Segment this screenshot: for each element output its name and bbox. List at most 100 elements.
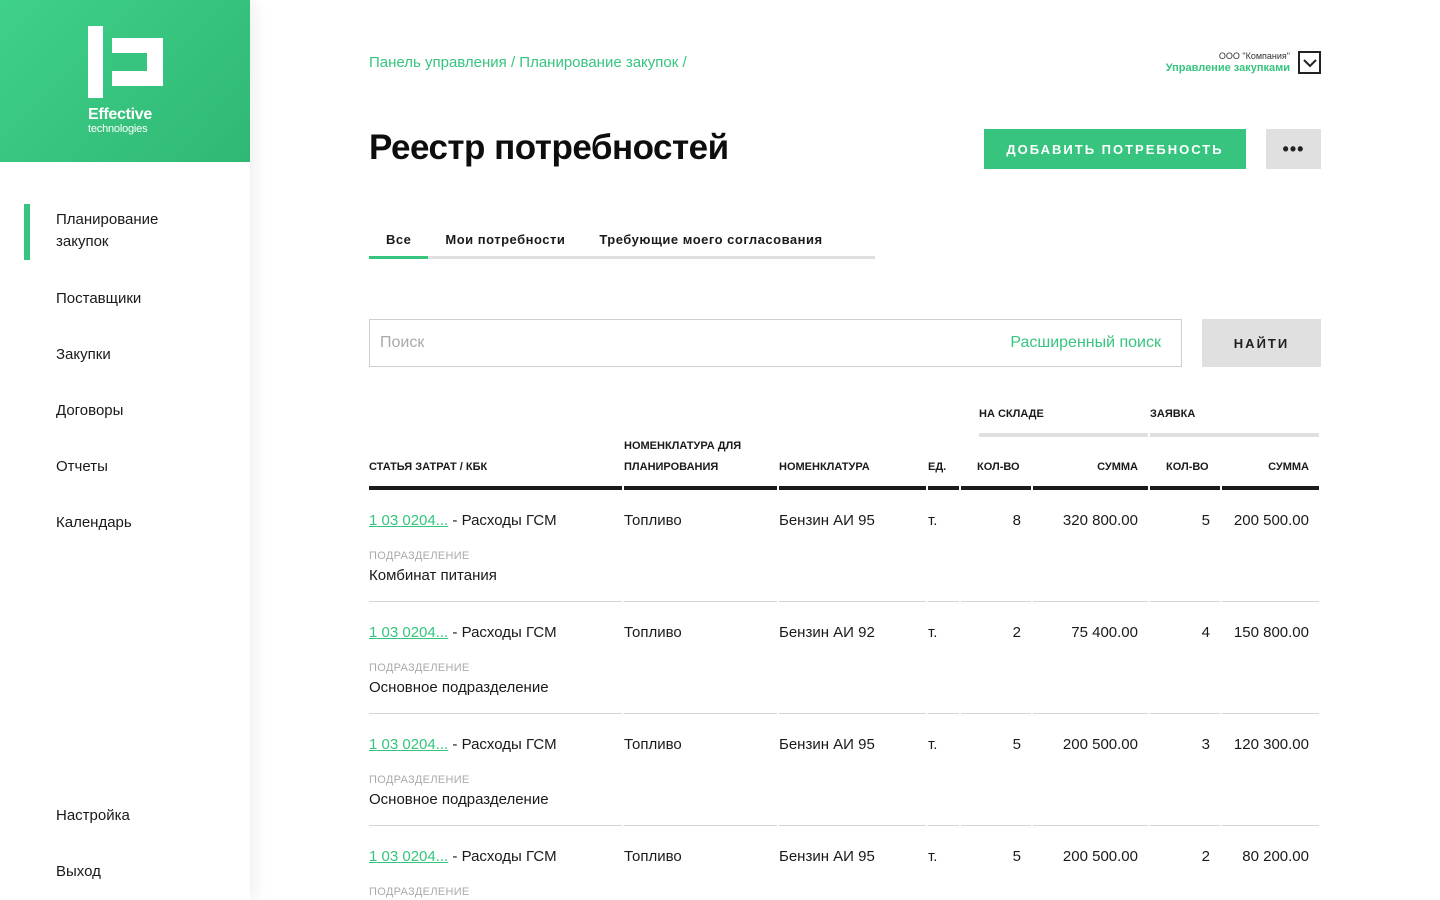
table-cell-nomenclature: Бензин АИ 92 <box>779 624 875 641</box>
advanced-search-link[interactable]: Расширенный поиск <box>1010 334 1161 352</box>
table-cell-plan-nomenclature: Топливо <box>624 848 682 865</box>
table-cell-qty: 5 <box>1012 736 1021 753</box>
column-header-plan-nomenclature[interactable]: НОМЕНКЛАТУРА ДЛЯ ПЛАНИРОВАНИЯ <box>624 436 741 478</box>
table-cell-qty: 5 <box>1012 848 1021 865</box>
department-value: Основное подразделение <box>369 679 549 696</box>
table-cell-sum: 320 800.00 <box>1062 512 1138 529</box>
find-button[interactable]: НАЙТИ <box>1202 319 1321 367</box>
tab-my-requirements[interactable]: Мои потребности <box>428 228 582 256</box>
sidebar-item-label: Выход <box>56 863 101 880</box>
column-divider <box>928 486 959 490</box>
sidebar-item-label: Договоры <box>56 402 124 419</box>
table-cell-plan-nomenclature: Топливо <box>624 736 682 753</box>
row-divider <box>369 601 622 602</box>
table-cell-request-qty: 5 <box>1201 512 1210 529</box>
column-header-cost-item[interactable]: СТАТЬЯ ЗАТРАТ / КБК <box>369 457 487 478</box>
row-divider <box>1033 601 1148 602</box>
table-row-cost-item: 1 03 0204... - Расходы ГСМ <box>369 512 557 529</box>
column-header-sum[interactable]: СУММА <box>1033 457 1138 478</box>
column-divider <box>369 486 622 490</box>
sidebar-item-settings[interactable]: Настройка <box>0 805 250 861</box>
filter-tabs: Все Мои потребности Требующие моего согл… <box>369 228 875 259</box>
table-cell-request-sum: 150 800.00 <box>1233 624 1309 641</box>
column-divider <box>779 486 926 490</box>
sidebar-item-label: Календарь <box>56 514 132 531</box>
column-header-line: НОМЕНКЛАТУРА ДЛЯ <box>624 440 742 452</box>
cost-item-name: - Расходы ГСМ <box>448 624 557 641</box>
table-row-cost-item: 1 03 0204... - Расходы ГСМ <box>369 624 557 641</box>
sidebar-item-planning[interactable]: Планирование закупок <box>0 204 250 260</box>
table-cell-nomenclature: Бензин АИ 95 <box>779 848 875 865</box>
sidebar-item-suppliers[interactable]: Поставщики <box>0 288 250 344</box>
table-cell-qty: 8 <box>1012 512 1021 529</box>
row-divider <box>961 713 1031 714</box>
logo-tagline: technologies <box>88 123 148 135</box>
row-divider <box>928 601 959 602</box>
row-divider <box>779 601 926 602</box>
logo[interactable]: Effective technologies <box>0 0 250 162</box>
logo-name: Effective <box>88 106 152 123</box>
kbk-code-link[interactable]: 1 03 0204... <box>369 848 448 865</box>
column-header-nomenclature[interactable]: НОМЕНКЛАТУРА <box>779 457 870 478</box>
row-divider <box>1033 713 1148 714</box>
sidebar-item-purchases[interactable]: Закупки <box>0 344 250 400</box>
kbk-code-link[interactable]: 1 03 0204... <box>369 624 448 641</box>
sidebar-item-logout[interactable]: Выход <box>0 861 250 900</box>
table-row-cost-item: 1 03 0204... - Расходы ГСМ <box>369 736 557 753</box>
sidebar-bottom-nav: Настройка Выход <box>0 805 250 900</box>
sidebar-item-label: Отчеты <box>56 458 108 475</box>
cost-item-name: - Расходы ГСМ <box>448 848 557 865</box>
add-requirement-button[interactable]: ДОБАВИТЬ ПОТРЕБНОСТЬ <box>984 129 1246 169</box>
department-value: Основное подразделение <box>369 791 549 808</box>
sidebar-nav: Планирование закупок Поставщики Закупки … <box>0 204 250 568</box>
row-divider <box>928 713 959 714</box>
table-cell-unit: т. <box>928 736 938 753</box>
table-cell-nomenclature: Бензин АИ 95 <box>779 512 875 529</box>
department-label: ПОДРАЗДЕЛЕНИЕ <box>369 774 470 786</box>
group-header-request: ЗАЯВКА <box>1150 408 1196 420</box>
group-divider <box>1150 433 1319 437</box>
row-divider <box>624 713 777 714</box>
row-divider <box>1222 825 1319 826</box>
company-selector[interactable]: ООО "Компания" Управление закупками <box>1166 51 1290 74</box>
kbk-code-link[interactable]: 1 03 0204... <box>369 512 448 529</box>
row-divider <box>928 825 959 826</box>
logo-mark-icon <box>88 26 163 98</box>
row-divider <box>369 713 622 714</box>
table-cell-unit: т. <box>928 848 938 865</box>
company-role: Управление закупками <box>1165 62 1290 74</box>
sidebar-item-label: Закупки <box>56 346 111 363</box>
sidebar-item-calendar[interactable]: Календарь <box>0 512 250 568</box>
search-box: Расширенный поиск <box>369 319 1182 367</box>
row-divider <box>1150 601 1220 602</box>
table-cell-request-qty: 3 <box>1201 736 1210 753</box>
sidebar-item-reports[interactable]: Отчеты <box>0 456 250 512</box>
table-cell-unit: т. <box>928 512 938 529</box>
tab-all[interactable]: Все <box>369 228 429 259</box>
column-divider <box>1222 486 1319 490</box>
sidebar-item-contracts[interactable]: Договоры <box>0 400 250 456</box>
table-cell-sum: 75 400.00 <box>1071 624 1138 641</box>
column-header-request-sum[interactable]: СУММА <box>1222 457 1309 478</box>
more-options-button[interactable]: ••• <box>1266 129 1321 169</box>
row-divider <box>624 825 777 826</box>
column-header-unit[interactable]: ЕД. <box>928 457 946 478</box>
company-dropdown-button[interactable] <box>1298 51 1321 74</box>
search-input[interactable] <box>380 334 1011 352</box>
table-cell-plan-nomenclature: Топливо <box>624 624 682 641</box>
group-header-warehouse: НА СКЛАДЕ <box>979 408 1044 420</box>
column-header-qty[interactable]: КОЛ-ВО <box>977 457 1020 478</box>
tab-pending-approval[interactable]: Требующие моего согласования <box>582 228 839 256</box>
table-cell-request-qty: 2 <box>1201 848 1210 865</box>
group-divider <box>979 433 1148 437</box>
column-header-request-qty[interactable]: КОЛ-ВО <box>1166 457 1209 478</box>
kbk-code-link[interactable]: 1 03 0204... <box>369 736 448 753</box>
page-title: Реестр потребностей <box>369 128 729 167</box>
table-cell-plan-nomenclature: Топливо <box>624 512 682 529</box>
sidebar-item-label: Планирование закупок <box>56 211 159 250</box>
chevron-down-icon <box>1302 58 1317 67</box>
table-cell-unit: т. <box>928 624 938 641</box>
breadcrumb[interactable]: Панель управления / Планирование закупок… <box>369 54 687 71</box>
table-cell-request-sum: 120 300.00 <box>1233 736 1309 753</box>
column-divider <box>961 486 1031 490</box>
